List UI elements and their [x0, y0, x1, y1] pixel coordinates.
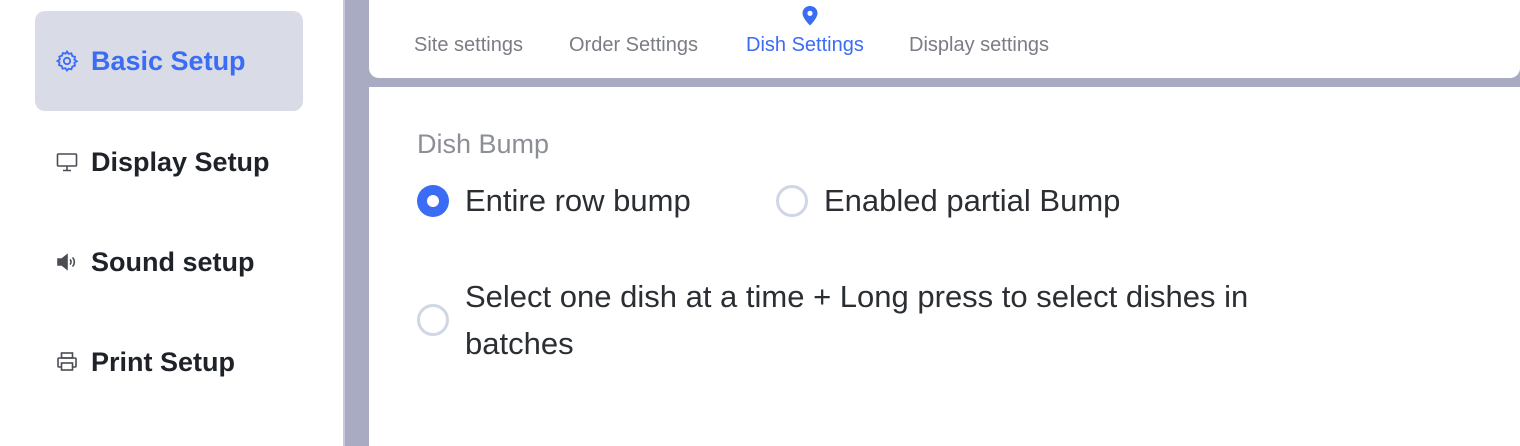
sidebar-item-label: Display Setup: [91, 146, 270, 177]
radio-label: Entire row bump: [465, 183, 691, 218]
printer-icon: [55, 350, 79, 374]
radio-indicator[interactable]: [417, 304, 449, 336]
main-area: Site settings Order Settings Dish Settin…: [369, 0, 1520, 446]
sidebar-item-basic-setup[interactable]: Basic Setup: [35, 11, 303, 111]
radio-label: Select one dish at a time + Long press t…: [465, 279, 1249, 361]
tab-site-settings[interactable]: Site settings: [414, 34, 523, 57]
sidebar-item-print-setup[interactable]: Print Setup: [35, 312, 303, 412]
sidebar-item-display-setup[interactable]: Display Setup: [35, 112, 303, 212]
radio-indicator[interactable]: [417, 184, 449, 217]
speaker-icon: [55, 250, 79, 274]
section-title: Dish Bump: [417, 129, 550, 159]
radio-select-one-dish[interactable]: Select one dish at a time + Long press t…: [417, 273, 1365, 367]
monitor-icon: [55, 150, 79, 174]
gear-icon: [55, 49, 79, 73]
tab-bar: Site settings Order Settings Dish Settin…: [369, 0, 1520, 78]
tab-display-settings[interactable]: Display settings: [909, 34, 1049, 57]
sidebar-item-label: Print Setup: [91, 346, 236, 377]
sidebar-divider: [343, 0, 369, 446]
tab-order-settings[interactable]: Order Settings: [569, 34, 698, 57]
dish-settings-panel: Dish Bump Entire row bump Enabled partia…: [369, 87, 1520, 446]
radio-indicator[interactable]: [776, 184, 808, 217]
sidebar-item-label: Sound setup: [91, 246, 255, 277]
radio-entire-row-bump[interactable]: Entire row bump: [417, 177, 691, 224]
sidebar-item-sound-setup[interactable]: Sound setup: [35, 212, 303, 312]
sidebar-item-label: Basic Setup: [91, 45, 246, 76]
tab-dish-settings[interactable]: Dish Settings: [746, 34, 864, 57]
location-pin-icon: [802, 6, 818, 26]
sidebar: Basic Setup Display Setup Sound setup Pr…: [0, 0, 343, 446]
radio-label: Enabled partial Bump: [824, 183, 1121, 218]
radio-enabled-partial-bump[interactable]: Enabled partial Bump: [776, 177, 1120, 224]
